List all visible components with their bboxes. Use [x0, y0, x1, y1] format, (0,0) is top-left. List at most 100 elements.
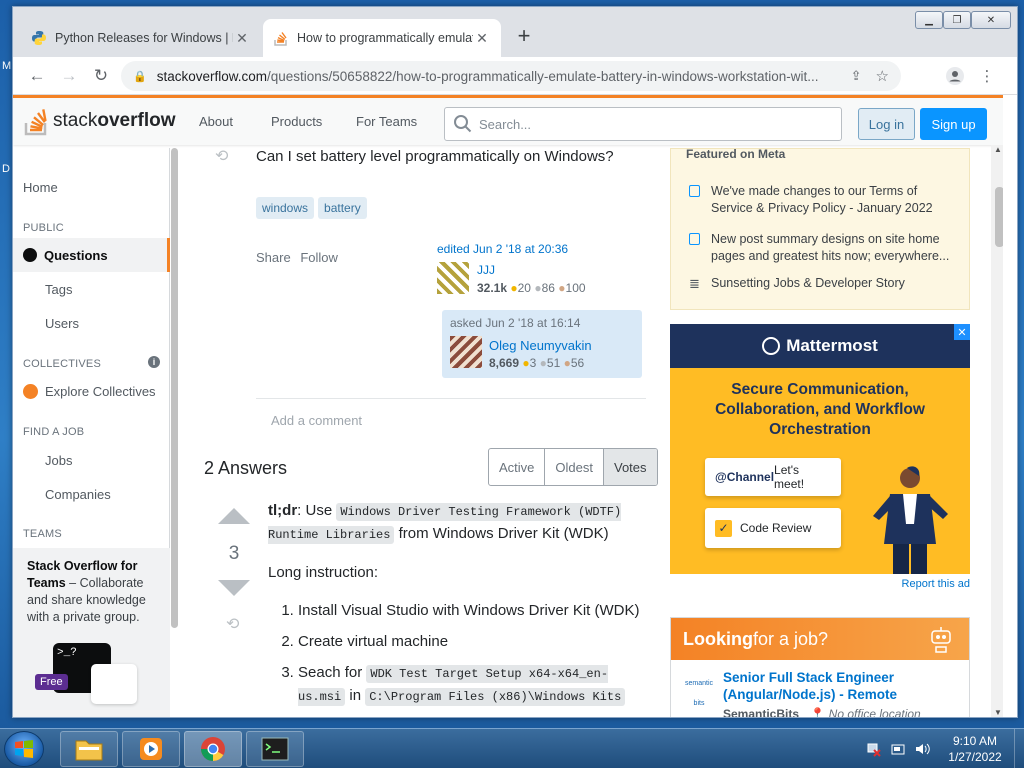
windows-logo-icon: [15, 740, 33, 758]
sidebar-item-companies[interactable]: Companies: [13, 487, 170, 502]
taskbar-explorer[interactable]: [60, 731, 118, 767]
start-button[interactable]: [4, 731, 44, 767]
sidebar-item-users[interactable]: Users: [13, 316, 170, 331]
minimize-button[interactable]: ▁: [915, 11, 943, 29]
follow-link[interactable]: Follow: [300, 250, 338, 265]
back-icon[interactable]: ←: [21, 60, 53, 92]
edited-timestamp[interactable]: edited Jun 2 '18 at 20:36: [437, 242, 627, 256]
share-icon[interactable]: ⇪: [851, 68, 862, 84]
meta-item-label: We've made changes to our Terms of Servi…: [711, 184, 933, 215]
search-input[interactable]: Search...: [444, 107, 842, 141]
close-icon[interactable]: ✕: [473, 30, 491, 47]
address-bar[interactable]: 🔒 stackoverflow.com/questions/50658822/h…: [121, 61, 901, 91]
meta-item[interactable]: We've made changes to our Terms of Servi…: [689, 183, 959, 217]
taskbar-terminal[interactable]: [246, 731, 304, 767]
tldr-text: : Use: [297, 502, 337, 519]
reload-icon[interactable]: ↻: [85, 60, 117, 92]
scroll-up-arrow[interactable]: ▲: [994, 145, 1002, 154]
system-clock[interactable]: 9:10 AM 1/27/2022: [940, 733, 1010, 765]
location-icon: 📍: [810, 707, 826, 718]
asker-name[interactable]: Oleg Neumyvakin: [489, 338, 592, 353]
action-center-icon[interactable]: [890, 741, 906, 757]
sidebar-item-tags[interactable]: Tags: [13, 282, 170, 297]
taskbar: 9:10 AM 1/27/2022: [0, 728, 1024, 768]
url-host: stackoverflow.com: [156, 68, 267, 84]
browser-toolbar: ← → ↻ 🔒 stackoverflow.com/questions/5065…: [13, 57, 1017, 95]
scrollbar-thumb[interactable]: [995, 187, 1003, 247]
answer-divider: [256, 398, 646, 399]
desktop-icon-fragment: D: [2, 163, 10, 175]
maximize-button[interactable]: ❐: [943, 11, 971, 29]
history-icon[interactable]: ⟲: [215, 148, 228, 166]
bookmark-star-icon[interactable]: ☆: [876, 67, 889, 85]
show-desktop-button[interactable]: [1014, 729, 1024, 768]
tab-stackoverflow[interactable]: How to programmatically emulat ✕: [263, 19, 501, 57]
sidebar-item-jobs[interactable]: Jobs: [13, 453, 170, 468]
meta-item[interactable]: New post summary designs on site home pa…: [689, 231, 959, 265]
scroll-down-arrow[interactable]: ▼: [994, 708, 1002, 717]
job-looking: Looking: [683, 628, 753, 649]
so-header: stack overflow About Products For Teams S…: [13, 95, 1003, 145]
url-path: /questions/50658822/how-to-programmatica…: [267, 68, 819, 84]
sidebar-heading-collectives: COLLECTIVES: [23, 358, 102, 370]
ad-card-text: Let's meet!: [774, 463, 805, 491]
meta-item[interactable]: ≣ Sunsetting Jobs & Developer Story: [689, 275, 959, 292]
meta-item-label: New post summary designs on site home pa…: [711, 232, 950, 263]
new-tab-button[interactable]: +: [513, 25, 535, 47]
tab-python-releases[interactable]: Python Releases for Windows | P ✕: [21, 19, 261, 57]
menu-kebab-icon[interactable]: ⋮: [975, 64, 999, 88]
network-icon[interactable]: [866, 741, 882, 757]
tag-windows[interactable]: windows: [256, 197, 315, 219]
taskbar-chrome[interactable]: [184, 731, 242, 767]
downvote-icon[interactable]: [218, 580, 250, 596]
checkbox-checked-icon: ✓: [715, 519, 732, 537]
close-icon[interactable]: ✕: [233, 30, 251, 47]
python-icon: [32, 31, 46, 45]
signup-button[interactable]: Sign up: [920, 108, 987, 140]
sidebar-item-explore-collectives[interactable]: Explore Collectives: [13, 384, 170, 399]
teams-promo: Stack Overflow for Teams – Collaborate a…: [13, 548, 170, 717]
sort-active[interactable]: Active: [489, 449, 546, 485]
asker-reputation: 8,669 ●3 ●51 ●56: [489, 356, 585, 370]
answers-count-heading: 2 Answers: [204, 458, 288, 478]
instruction-list: Install Visual Studio with Windows Drive…: [268, 600, 643, 708]
tag-battery[interactable]: battery: [318, 197, 367, 219]
forward-icon[interactable]: →: [53, 60, 85, 92]
sort-votes[interactable]: Votes: [603, 449, 657, 485]
profile-icon[interactable]: [943, 64, 967, 88]
add-comment-link[interactable]: Add a comment: [271, 413, 362, 428]
nav-about[interactable]: About: [199, 114, 233, 129]
volume-icon[interactable]: [914, 741, 930, 757]
ad-headline: Secure Communication, Collaboration, and…: [715, 381, 925, 438]
mattermost-ad[interactable]: Mattermost ✕ Secure Communication, Colla…: [670, 324, 970, 574]
share-link[interactable]: Share: [256, 250, 291, 265]
report-ad-link[interactable]: Report this ad: [902, 578, 970, 590]
sort-oldest[interactable]: Oldest: [545, 449, 604, 485]
scrollbar-thumb[interactable]: [171, 148, 178, 628]
sidebar-item-questions[interactable]: Questions: [13, 238, 170, 272]
so-logo[interactable]: stack overflow: [23, 106, 175, 136]
job-listing[interactable]: Senior Full Stack Engineer (Angular/Node…: [723, 669, 963, 703]
nav-products[interactable]: Products: [271, 114, 322, 129]
ad-close-icon[interactable]: ✕: [954, 324, 970, 340]
editor-name[interactable]: JJJ: [477, 263, 495, 277]
chat-bubble-icon: [689, 233, 700, 245]
close-window-button[interactable]: ✕: [971, 11, 1011, 29]
login-button[interactable]: Log in: [858, 108, 915, 140]
list-item: Create virtual machine: [298, 631, 643, 653]
page-scrollbar[interactable]: ▲ ▼: [991, 145, 1003, 717]
ad-header: Mattermost: [670, 324, 970, 368]
upvote-icon[interactable]: [218, 508, 250, 524]
nav-for-teams[interactable]: For Teams: [356, 114, 417, 129]
answer-body: tl;dr: Use Windows Driver Testing Framew…: [268, 500, 643, 708]
free-badge: Free: [35, 674, 68, 690]
asker-avatar: [450, 336, 482, 368]
sidebar-scrollbar[interactable]: [170, 148, 179, 717]
chat-illustration: [91, 664, 137, 704]
sidebar-item-home[interactable]: Home: [13, 180, 170, 195]
step3-code-path: C:\Program Files (x86)\Windows Kits: [365, 688, 626, 706]
info-icon[interactable]: i: [148, 356, 160, 368]
editor-avatar: [437, 262, 469, 294]
taskbar-media-player[interactable]: [122, 731, 180, 767]
history-icon[interactable]: ⟲: [226, 614, 239, 634]
